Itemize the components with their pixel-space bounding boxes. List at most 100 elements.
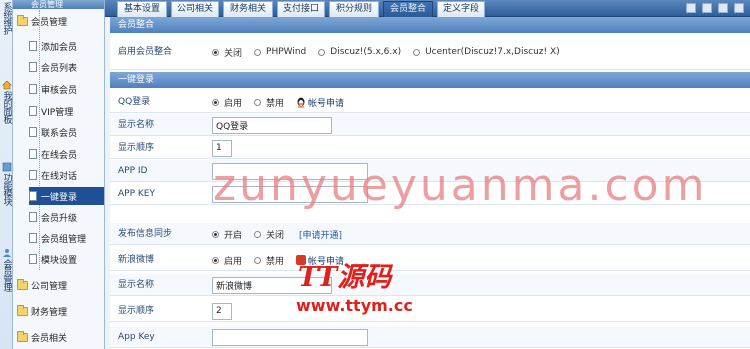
sina-weibo-icon — [296, 255, 307, 265]
tree-item-label: 模块设置 — [41, 255, 78, 266]
radio-sync-on[interactable]: 开启 — [212, 228, 242, 241]
tab-custom-fields[interactable]: 定义字段 — [437, 1, 485, 17]
page-icon — [29, 233, 37, 243]
refresh-icon[interactable] — [718, 3, 728, 13]
tree-item-member-list[interactable]: 会员列表 — [29, 58, 104, 76]
radio-label: 禁用 — [266, 256, 285, 267]
tree-item-member-upgrade[interactable]: 会员升级 — [29, 208, 104, 226]
tab-payment[interactable]: 支付接口 — [277, 1, 325, 17]
display-order-input-qq[interactable] — [212, 139, 232, 157]
app-id-control — [212, 160, 368, 182]
label-app-id: APP ID — [118, 166, 148, 176]
vnav-member[interactable]: 会员管理 — [0, 248, 13, 291]
tree-item-review-member[interactable]: 审核会员 — [29, 80, 104, 98]
app-key-input-2[interactable] — [212, 328, 368, 346]
tree-folder-member-related[interactable]: 会员相关 — [17, 328, 67, 346]
vnav-panel[interactable]: 我的面板 — [0, 80, 13, 123]
tree-item-online-chat[interactable]: 在线对话 — [29, 166, 104, 184]
user-icon — [2, 249, 11, 257]
tree-item-module-settings[interactable]: 模块设置 — [29, 250, 104, 268]
radio-phpwind[interactable]: PHPWind — [254, 47, 306, 57]
page-icon — [29, 254, 37, 264]
row-app-id: APP ID — [110, 160, 750, 182]
display-order-control — [212, 137, 232, 159]
tree-header: 会员管理 — [13, 0, 104, 9]
vnav-module[interactable]: 功能模块 — [0, 162, 13, 205]
tree-folder-label: 会员相关 — [31, 333, 68, 344]
row-display-name-qq: 显示名称 — [110, 114, 750, 136]
row-app-key-2: App Key — [110, 326, 750, 348]
tree-item-online-member[interactable]: 在线会员 — [29, 145, 104, 163]
radio-discuz[interactable]: Discuz!(5.x,6.x) — [318, 47, 401, 57]
qq-login-options: 启用 禁用 帐号申请 — [212, 91, 344, 113]
tree-item-label: 会员组管理 — [41, 234, 87, 245]
display-order-input-weibo[interactable] — [212, 302, 232, 320]
tree-item-onekey-login[interactable]: 一键登录 — [29, 187, 104, 205]
radio-qq-enable[interactable]: 启用 — [212, 96, 242, 109]
forward-icon[interactable] — [702, 3, 712, 13]
section-header-integration: 会员整合 — [110, 17, 750, 33]
folder-icon — [17, 330, 28, 342]
tab-finance[interactable]: 财务相关 — [223, 1, 273, 17]
back-icon[interactable] — [686, 3, 696, 13]
display-order-control-2 — [212, 300, 232, 322]
label-app-key-2: App Key — [118, 332, 155, 342]
tree-item-label: 联系会员 — [41, 128, 78, 139]
vertical-nav: 系统维护 我的面板 功能模块 会员管理 — [0, 0, 13, 349]
folder-icon — [17, 278, 28, 290]
qq-penguin-icon — [297, 97, 305, 108]
apply-open-link[interactable]: [申请开通] — [299, 228, 342, 241]
main-panel: 会员整合 启用会员整合 关闭 PHPWind Discuz!(5.x,6.x) … — [110, 17, 750, 349]
radio-qq-disable[interactable]: 禁用 — [254, 96, 284, 109]
tab-points-rules[interactable]: 积分规则 — [329, 1, 379, 17]
vnav-system-label: 系统维护 — [1, 2, 12, 34]
qq-apply-link[interactable]: 帐号申请 — [308, 96, 344, 109]
integration-options: 关闭 PHPWind Discuz!(5.x,6.x) Ucenter(Disc… — [212, 34, 572, 70]
section-header-onekey: 一键登录 — [110, 72, 750, 88]
radio-weibo-disable[interactable]: 禁用 — [254, 254, 284, 267]
home-icon — [1, 80, 12, 90]
row-qq-login: QQ登录 启用 禁用 帐号申请 — [110, 91, 750, 113]
tree-item-vip[interactable]: VIP管理 — [29, 102, 104, 120]
radio-label: 开启 — [224, 230, 243, 241]
radio-dot — [212, 48, 219, 56]
window-controls — [686, 3, 744, 13]
weibo-options: 启用 禁用 帐号申请 — [212, 249, 344, 271]
vnav-module-label: 功能模块 — [1, 173, 12, 205]
display-name-control — [212, 114, 332, 136]
radio-weibo-enable[interactable]: 启用 — [212, 254, 242, 267]
row-enable-integration: 启用会员整合 关闭 PHPWind Discuz!(5.x,6.x) Ucent… — [110, 34, 750, 70]
app-id-input[interactable] — [212, 162, 368, 180]
radio-ucenter[interactable]: Ucenter(Discuz!7.x,Discuz! X) — [413, 47, 560, 57]
close-icon[interactable] — [734, 3, 744, 13]
vnav-system[interactable]: 系统维护 — [0, 2, 13, 34]
sync-options: 开启 关闭 [申请开通] — [212, 223, 342, 245]
tree-item-add-member[interactable]: 添加会员 — [29, 37, 104, 55]
tree-folder-finance[interactable]: 财务管理 — [17, 302, 67, 320]
folder-icon — [17, 14, 28, 26]
app-key-input[interactable] — [212, 185, 368, 203]
radio-dot — [212, 256, 219, 264]
page-icon — [29, 62, 37, 72]
display-name-input-qq[interactable] — [212, 116, 332, 134]
radio-dot — [254, 256, 262, 264]
label-display-name: 显示名称 — [118, 120, 155, 130]
tree-folder-company[interactable]: 公司管理 — [17, 276, 67, 294]
weibo-apply-link[interactable]: 帐号申请 — [308, 254, 344, 267]
row-app-key: APP KEY — [110, 183, 750, 205]
tree-item-member-group[interactable]: 会员组管理 — [29, 229, 104, 247]
radio-off[interactable]: 关闭 — [212, 46, 242, 59]
tab-company[interactable]: 公司相关 — [171, 1, 219, 17]
tree-folder-member[interactable]: 会员管理 — [17, 12, 67, 30]
radio-sync-off[interactable]: 关闭 — [254, 228, 284, 241]
display-name-input-weibo[interactable] — [212, 276, 332, 294]
radio-label: 启用 — [224, 98, 243, 109]
tree-item-label: 一键登录 — [41, 192, 78, 203]
tree-item-contact-member[interactable]: 联系会员 — [29, 123, 104, 141]
label-enable-integration: 启用会员整合 — [118, 47, 173, 57]
tab-basic-settings[interactable]: 基本设置 — [117, 1, 167, 17]
tab-member-integration[interactable]: 会员整合 — [383, 1, 433, 17]
tree-item-label: 在线对话 — [41, 171, 78, 182]
page-icon — [29, 84, 37, 94]
module-icon — [2, 162, 11, 172]
